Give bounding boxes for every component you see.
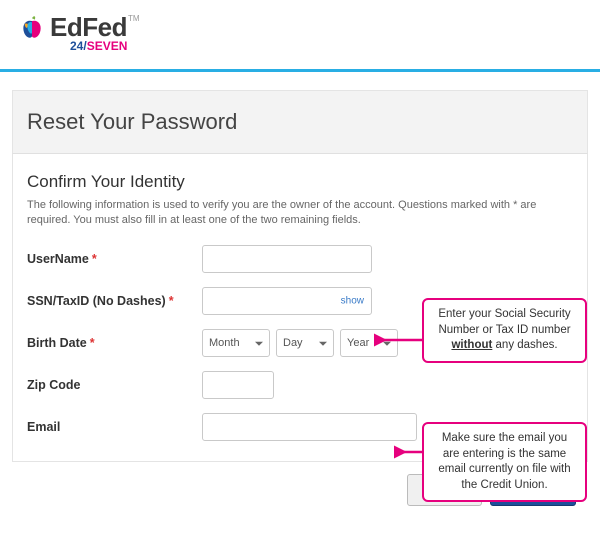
- title-section: Reset Your Password: [12, 90, 588, 153]
- username-input[interactable]: [202, 245, 372, 273]
- instructions: The following information is used to ver…: [27, 198, 573, 229]
- logo-text: EdFed: [50, 12, 127, 42]
- row-zip: Zip Code: [27, 371, 573, 399]
- row-username: UserName*: [27, 245, 573, 273]
- label-zip: Zip Code: [27, 378, 202, 392]
- tagline: 24/SEVEN: [70, 39, 600, 53]
- callout-ssn: Enter your Social Security Number or Tax…: [422, 298, 587, 363]
- birth-month-select[interactable]: Month: [202, 329, 270, 357]
- callout-email: Make sure the email you are entering is …: [422, 422, 587, 502]
- subtitle: Confirm Your Identity: [27, 172, 573, 192]
- logo-tm: TM: [128, 14, 140, 23]
- show-link[interactable]: show: [341, 295, 364, 306]
- birth-day-select[interactable]: Day: [276, 329, 334, 357]
- label-username: UserName*: [27, 252, 202, 266]
- label-birthdate: Birth Date*: [27, 336, 202, 350]
- zip-input[interactable]: [202, 371, 274, 399]
- birth-year-select[interactable]: Year: [340, 329, 398, 357]
- label-email: Email: [27, 420, 202, 434]
- page-title: Reset Your Password: [27, 109, 573, 135]
- top-divider: [0, 69, 600, 72]
- edfed-apple-icon: [18, 14, 46, 42]
- email-input[interactable]: [202, 413, 417, 441]
- label-ssn: SSN/TaxID (No Dashes)*: [27, 294, 202, 308]
- logo-area: EdFedTM 24/SEVEN: [0, 0, 600, 61]
